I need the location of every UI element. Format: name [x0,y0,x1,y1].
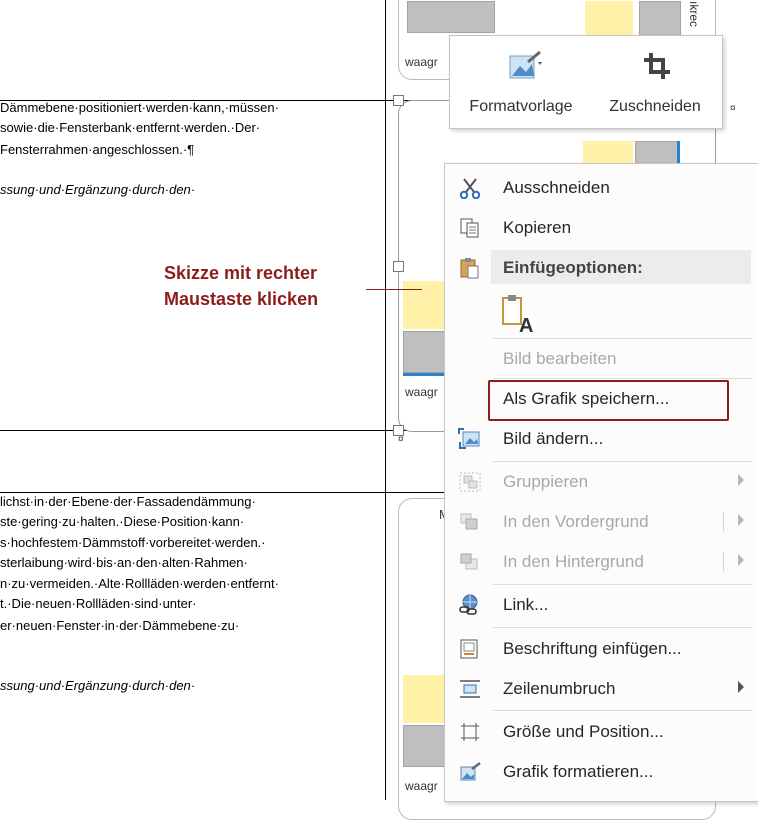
annotation-text: Maustaste klicken [164,289,319,309]
sketch-label: waagr [405,385,438,399]
change-picture-icon [458,428,480,449]
doc-line: sterlaibung·wird·bis·an·den·alten·Rahmen… [0,555,248,570]
sketch-shape [407,1,495,33]
caption-icon [460,639,478,659]
doc-line: Dämmebene·positioniert·werden·kann,·müss… [0,100,279,115]
menu-item-copy[interactable]: Kopieren [445,208,758,248]
menu-item-label: Link... [503,595,549,614]
doc-line: ssung·und·Ergänzung·durch·den· [0,182,196,197]
annotation-pointer-line [366,289,422,290]
split-divider [723,552,724,572]
anchor-icon: ¤ [398,434,404,445]
crop-icon [644,53,670,79]
menu-item-link[interactable]: Link... [445,585,758,625]
submenu-arrow-icon [738,474,744,486]
format-style-button[interactable]: Formatvorlage [456,36,586,128]
scissors-icon [459,178,481,199]
doc-line: n·zu·vermeiden.·Alte·Rollläden·werden·en… [0,576,279,591]
menu-item-label: Bild bearbeiten [503,349,617,368]
selection-handle[interactable] [393,261,404,272]
submenu-arrow-icon [738,514,744,526]
menu-item-label: In den Vordergrund [503,512,649,531]
format-picture-icon [460,762,481,781]
menu-item-cut[interactable]: Ausschneiden [445,168,758,208]
paintbrush-icon [509,50,542,79]
bring-forward-icon [460,513,478,530]
paste-icon [460,258,479,279]
menu-item-wrap-text[interactable]: Zeilenumbruch [445,669,758,709]
doc-line: ste·gering·zu·halten.·Diese·Position·kan… [0,514,245,529]
sketch-shape [403,331,449,373]
menu-item-insert-caption[interactable]: Beschriftung einfügen... [445,629,758,669]
table-border [385,0,386,800]
doc-line: lichst·in·der·Ebene·der·Fassadendämmung· [0,494,256,509]
send-backward-icon [460,553,478,570]
save-as-image-highlight [488,380,729,421]
format-style-label: Formatvorlage [469,98,573,115]
menu-item-send-backward[interactable]: In den Hintergrund [445,542,758,582]
menu-separator [493,627,752,628]
anchor-icon: ¤ [730,103,736,114]
paste-options-header: Einfügeoptionen: [491,250,751,284]
sketch-shape [403,675,449,723]
menu-item-label: Bild ändern... [503,429,604,448]
wrap-text-icon [460,680,480,698]
sketch-label: waagr [405,55,438,69]
table-border [0,492,444,493]
menu-item-label: Gruppieren [503,472,589,491]
group-icon [459,472,481,492]
menu-item-size-position[interactable]: Größe und Position... [445,712,758,752]
menu-item-bring-forward[interactable]: In den Vordergrund [445,502,758,542]
doc-line: er·neuen·Fenster·in·der·Dämmebene·zu· [0,618,240,633]
doc-line: ssung·und·Ergänzung·durch·den· [0,678,196,693]
menu-separator [493,710,752,711]
doc-line: t.·Die·neuen·Rollläden·sind·unter· [0,596,197,611]
submenu-arrow-icon [738,554,744,566]
svg-text:A: A [519,315,533,334]
sketch-label: ıkrec [687,1,701,28]
copy-icon [460,218,479,238]
mini-toolbar: Formatvorlage Zuschneiden [449,35,723,129]
menu-item-group[interactable]: Gruppieren [445,462,758,502]
annotation-text: Skizze mit rechter [164,263,318,283]
size-position-icon [461,723,479,741]
doc-line: s·hochfestem·Dämmstoff·vorbereitet·werde… [0,535,266,550]
sketch-shape [403,725,449,767]
menu-item-label: Kopieren [503,218,572,237]
split-divider [723,512,724,532]
table-border [0,430,444,431]
paste-keep-text-only-button[interactable]: A [499,294,535,337]
menu-item-label: Größe und Position... [503,722,664,741]
paste-options-label: Einfügeoptionen: [503,258,643,277]
menu-item-label: Zeilenumbruch [503,679,616,698]
menu-item-change-image[interactable]: Bild ändern... [445,419,758,459]
menu-item-format-picture[interactable]: Grafik formatieren... [445,752,758,792]
menu-item-edit-image[interactable]: Bild bearbeiten [445,339,758,379]
menu-item-label: Beschriftung einfügen... [503,639,682,658]
selection-handle[interactable] [393,95,404,106]
link-icon [459,594,478,615]
menu-item-label: In den Hintergrund [503,552,644,571]
crop-label: Zuschneiden [609,98,701,115]
menu-item-label: Ausschneiden [503,178,610,197]
crop-button[interactable]: Zuschneiden [590,36,720,128]
sketch-label: waagr [405,779,438,793]
menu-item-label: Grafik formatieren... [503,762,654,781]
doc-line: sowie·die·Fensterbank·entfernt·werden.·D… [0,120,261,135]
context-menu: Ausschneiden Kopieren Einfügeoptionen: A… [444,163,758,802]
submenu-arrow-icon [738,681,744,693]
doc-line: Fensterrahmen·angeschlossen.·¶ [0,142,195,157]
paste-text-only-icon: A [502,295,533,337]
